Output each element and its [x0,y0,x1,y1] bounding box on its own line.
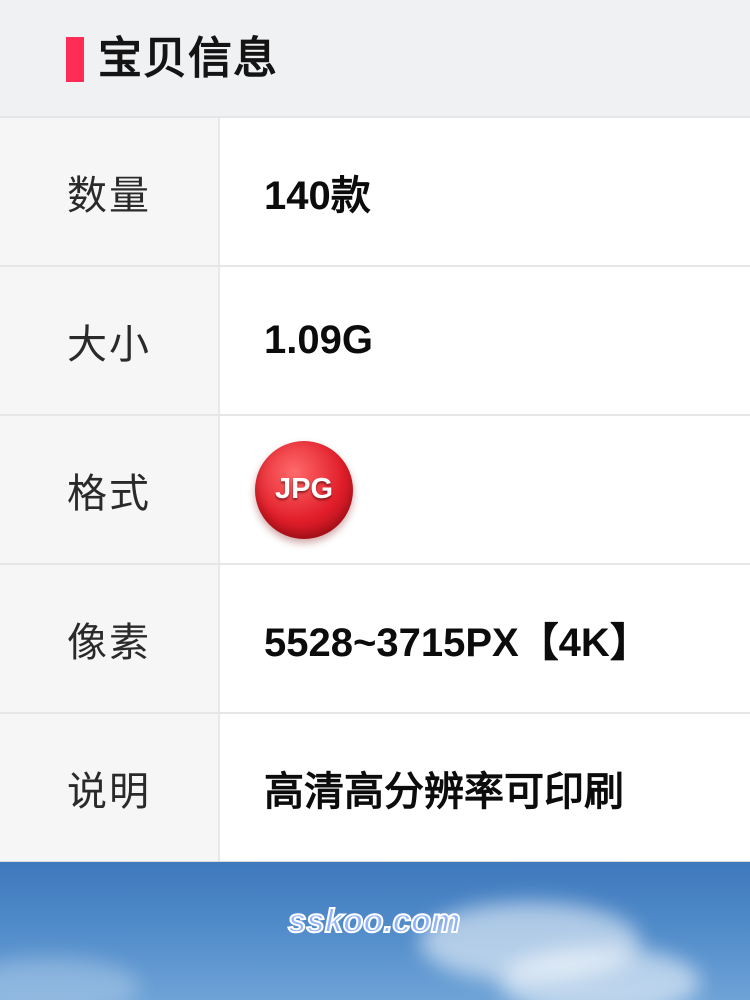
table-row-resolution: 像素 5528~3715PX【4K】 [0,565,750,714]
product-info-page: 宝贝信息 数量 140款 大小 1.09G 格式 JPG 像素 5528~371… [0,0,750,1000]
section-header: 宝贝信息 [0,0,750,116]
watermark-logo: sskoo.com [287,901,461,940]
row-label: 格式 [0,416,220,563]
sky-banner-image: sskoo.com [0,862,750,1000]
info-table: 数量 140款 大小 1.09G 格式 JPG 像素 5528~3715PX【4… [0,116,750,863]
section-title: 宝贝信息 [98,33,278,84]
accent-bar [66,37,84,82]
table-row-quantity: 数量 140款 [0,118,750,267]
jpg-format-icon: JPG [255,440,353,539]
table-row-format: 格式 JPG [0,416,750,565]
row-value: 140款 [264,173,371,218]
row-label: 大小 [0,267,220,414]
row-value: JPG [220,416,750,563]
row-label: 像素 [0,565,220,712]
row-value: 1.09G [264,318,373,362]
table-row-size: 大小 1.09G [0,267,750,416]
row-value: 5528~3715PX【4K】 [264,620,650,665]
row-label: 说明 [0,714,220,861]
row-value: 高清高分辨率可印刷 [264,769,624,814]
row-label: 数量 [0,118,220,265]
jpg-badge-label: JPG [274,473,334,505]
cloud [0,957,140,1000]
table-row-description: 说明 高清高分辨率可印刷 [0,714,750,863]
